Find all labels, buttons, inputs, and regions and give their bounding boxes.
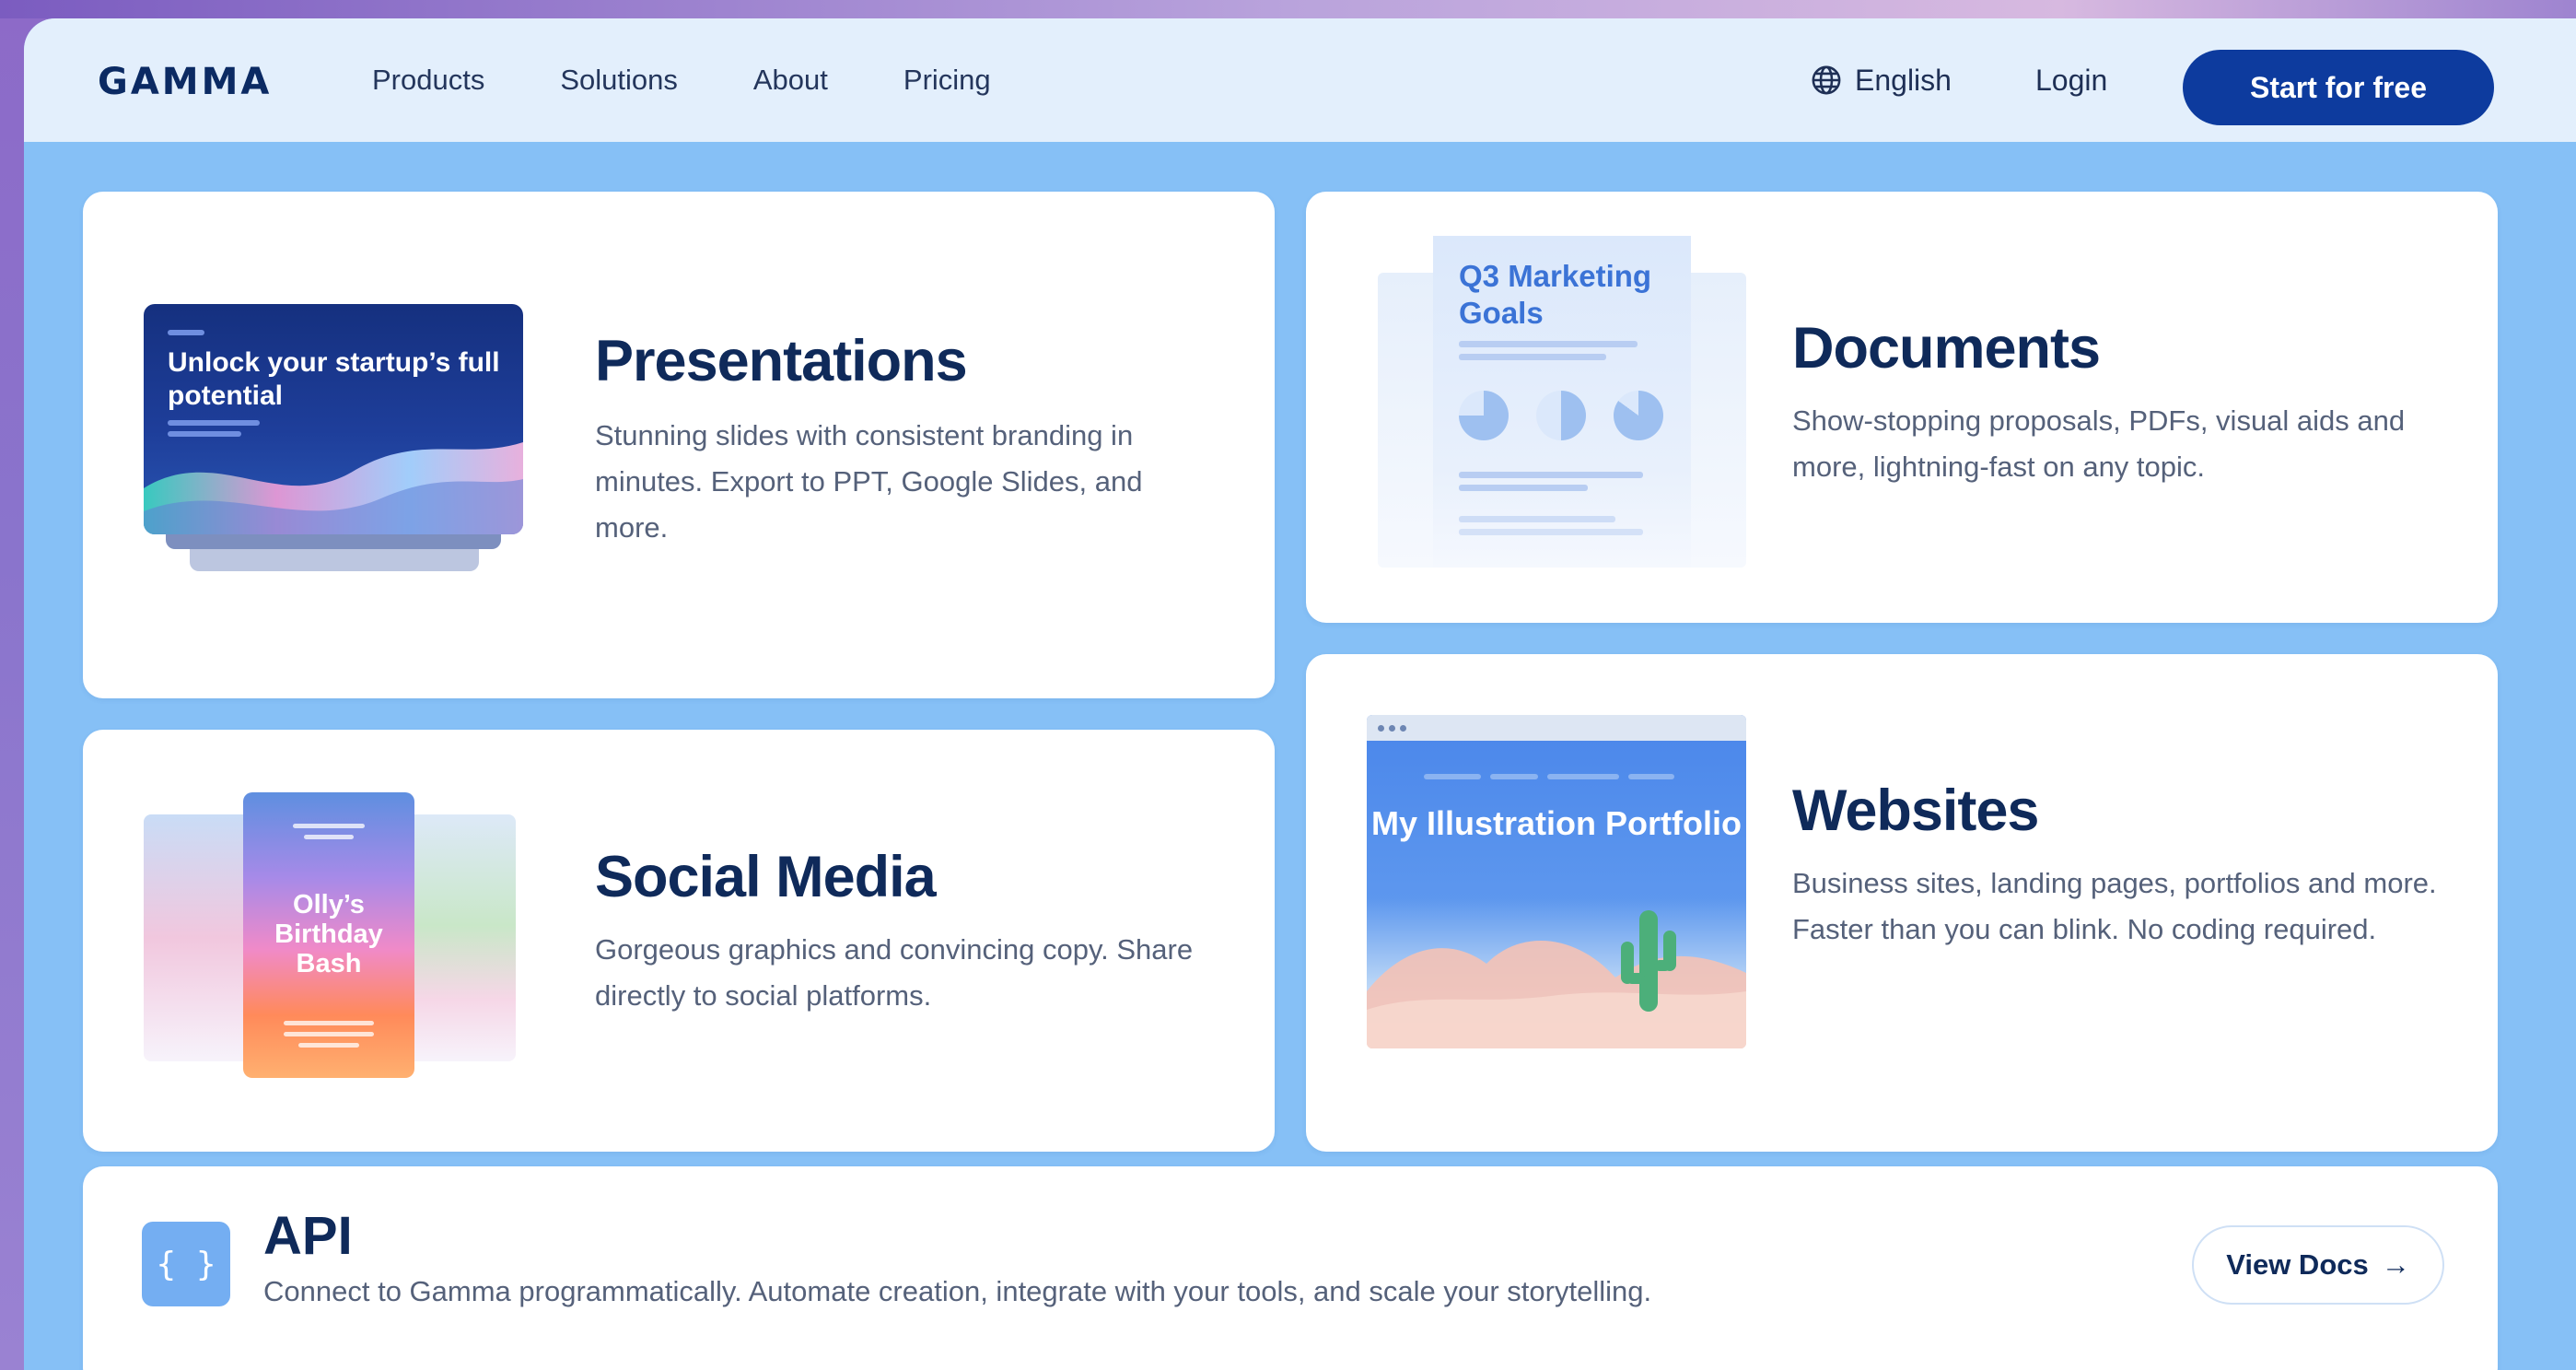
websites-card[interactable]: My Illustration Portfolio Websites Busin…	[1306, 654, 2498, 1152]
desert-landscape-graphic	[1367, 910, 1746, 1048]
wave-graphic	[144, 442, 523, 534]
documents-title: Documents	[1792, 316, 2101, 381]
slide-headline: Unlock your startup’s full potential	[168, 347, 500, 411]
top-gradient-strip	[0, 0, 2576, 18]
social-post-illustration: Olly’s Birthday Bash	[243, 792, 414, 1078]
slide-text-line	[168, 420, 260, 426]
globe-icon	[1812, 65, 1841, 95]
pie-chart-icon	[1536, 391, 1586, 440]
website-illustration: My Illustration Portfolio	[1367, 715, 1746, 1048]
slide-text-line	[168, 431, 241, 437]
social-media-title: Social Media	[595, 845, 937, 909]
pie-chart-icon	[1614, 391, 1663, 440]
presentations-title: Presentations	[595, 329, 968, 393]
document-text-line	[1459, 354, 1606, 360]
nav-link-products[interactable]: Products	[372, 64, 484, 97]
presentation-slide-illustration: Unlock your startup’s full potential	[144, 304, 523, 534]
social-media-description: Gorgeous graphics and convincing copy. S…	[595, 933, 1194, 1012]
documents-card[interactable]: Q3 Marketing Goals Documents Show-stoppi…	[1306, 192, 2498, 623]
document-text-line	[1459, 529, 1643, 535]
nav-link-about[interactable]: About	[753, 64, 828, 97]
slide-accent-line	[168, 330, 204, 335]
post-text-line	[284, 1032, 374, 1036]
page-frame: GAMMA Products Solutions About Pricing E…	[24, 18, 2576, 1370]
post-text-line	[284, 1021, 374, 1025]
presentations-card[interactable]: Unlock your startup’s full potential Pre…	[83, 192, 1275, 698]
post-text-line	[293, 824, 365, 828]
websites-description: Business sites, landing pages, portfolio…	[1792, 867, 2437, 945]
document-text-line	[1459, 516, 1615, 522]
slide-stack-shadow	[190, 549, 479, 571]
documents-description: Show-stopping proposals, PDFs, visual ai…	[1792, 404, 2406, 483]
document-headline: Q3 Marketing Goals	[1459, 259, 1652, 330]
websites-title: Websites	[1792, 779, 2039, 843]
code-braces-icon: { }	[142, 1222, 230, 1306]
post-text-line	[304, 835, 354, 839]
document-text-line	[1459, 485, 1588, 491]
post-text-line	[298, 1043, 359, 1048]
arrow-right-icon: →	[2381, 1248, 2410, 1281]
document-text-line	[1459, 472, 1643, 478]
presentations-description: Stunning slides with consistent branding…	[595, 419, 1143, 544]
pie-chart-icon	[1459, 391, 1509, 440]
social-post-headline: Olly’s Birthday Bash	[274, 890, 383, 978]
social-media-card[interactable]: Olly’s Birthday Bash Social Media Gorgeo…	[83, 730, 1275, 1152]
language-label: English	[1855, 63, 1952, 97]
top-navigation: GAMMA Products Solutions About Pricing E…	[24, 18, 2576, 142]
language-selector[interactable]: English	[1811, 18, 1952, 142]
gamma-logo[interactable]: GAMMA	[98, 61, 272, 103]
nav-link-pricing[interactable]: Pricing	[903, 64, 991, 97]
api-description: Connect to Gamma programmatically. Autom…	[263, 1275, 1652, 1307]
view-docs-button[interactable]: View Docs →	[2192, 1225, 2444, 1305]
view-docs-label: View Docs	[2226, 1248, 2369, 1281]
document-text-line	[1459, 341, 1638, 347]
start-for-free-button[interactable]: Start for free	[2183, 50, 2494, 125]
nav-links: Products Solutions About Pricing	[372, 18, 991, 142]
nav-link-solutions[interactable]: Solutions	[560, 64, 678, 97]
login-link[interactable]: Login	[2035, 18, 2107, 142]
api-title: API	[263, 1206, 353, 1266]
api-card: { } API Connect to Gamma programmaticall…	[83, 1166, 2498, 1370]
document-illustration: Q3 Marketing Goals	[1433, 236, 1691, 568]
